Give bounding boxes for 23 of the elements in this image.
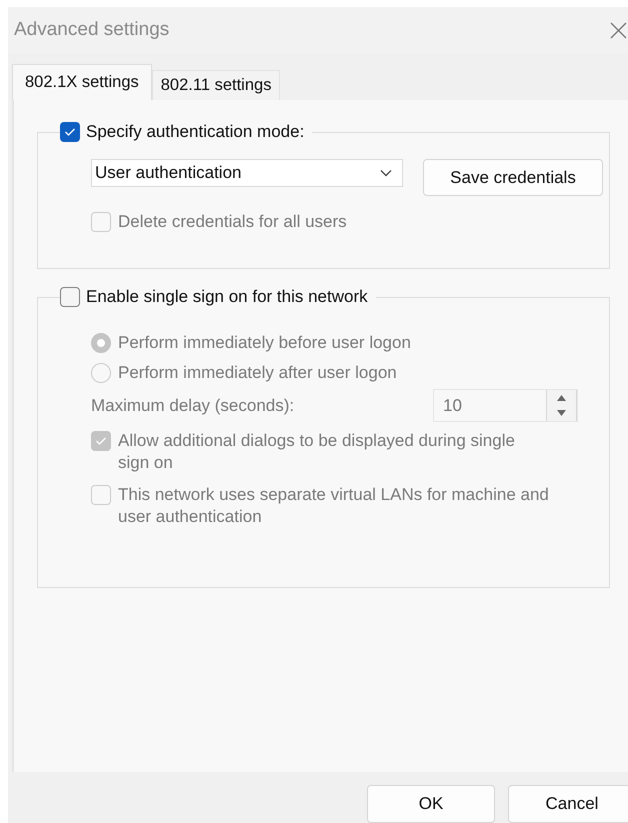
window-title: Advanced settings [14, 19, 170, 41]
ok-button[interactable]: OK [367, 785, 495, 823]
tab[interactable]: 802.1X settings [12, 64, 152, 100]
checkbox-label: This network uses separate virtual LANs for machine and user authentication [118, 484, 550, 528]
checkbox-label: Allow additional dialogs to be displayed during single sign on [118, 430, 516, 474]
radio-label: Perform immediately before user logon [118, 333, 411, 353]
cancel-button[interactable]: Cancel [508, 785, 628, 823]
field-label: Maximum delay (seconds): [91, 396, 294, 416]
save-credentials-button[interactable]: Save credentials [423, 159, 603, 196]
checkbox[interactable] [60, 287, 80, 307]
checkbox-label: Enable single sign on for this network [86, 287, 368, 307]
check-icon [95, 436, 107, 446]
up-arrow-icon[interactable] [557, 394, 566, 401]
close-icon[interactable] [610, 22, 627, 38]
checkbox-label: Specify authentication mode: [86, 122, 304, 142]
dropdown[interactable]: User authentication [91, 159, 403, 187]
radio-label: Perform immediately after user logon [118, 363, 397, 383]
tab[interactable]: 802.11 settings [152, 70, 280, 100]
checkbox-label: Delete credentials for all users [118, 212, 347, 232]
checkbox[interactable] [60, 122, 80, 142]
check-icon [64, 127, 76, 137]
chevron-down-icon [380, 169, 392, 177]
down-arrow-icon[interactable] [557, 410, 566, 416]
